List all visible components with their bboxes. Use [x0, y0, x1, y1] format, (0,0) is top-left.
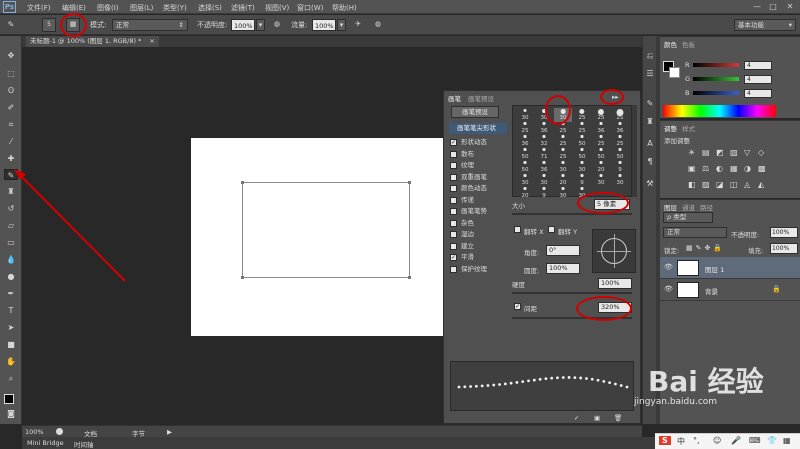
- watermark-url: jingyan.baidu.com: [634, 397, 718, 407]
- ime-punctuation-icon[interactable]: °,: [693, 436, 700, 445]
- ime-mic-icon[interactable]: 🎤: [731, 436, 741, 445]
- ime-skin-icon[interactable]: 👕: [767, 436, 777, 445]
- ime-emoji-icon[interactable]: ☺: [713, 436, 721, 445]
- baidu-watermark: Bai 经验 jingyan.baidu.com: [600, 354, 800, 434]
- ime-keyboard-icon[interactable]: ⌨: [749, 436, 761, 445]
- watermark-brand: Bai 经验: [648, 365, 764, 398]
- ime-logo[interactable]: S: [659, 436, 671, 445]
- ime-tools-icon[interactable]: ▦: [783, 436, 791, 445]
- ime-toolbar: S 中 °, ☺ 🎤 ⌨ 👕 ▦: [655, 433, 800, 449]
- ime-mode[interactable]: 中: [677, 436, 685, 447]
